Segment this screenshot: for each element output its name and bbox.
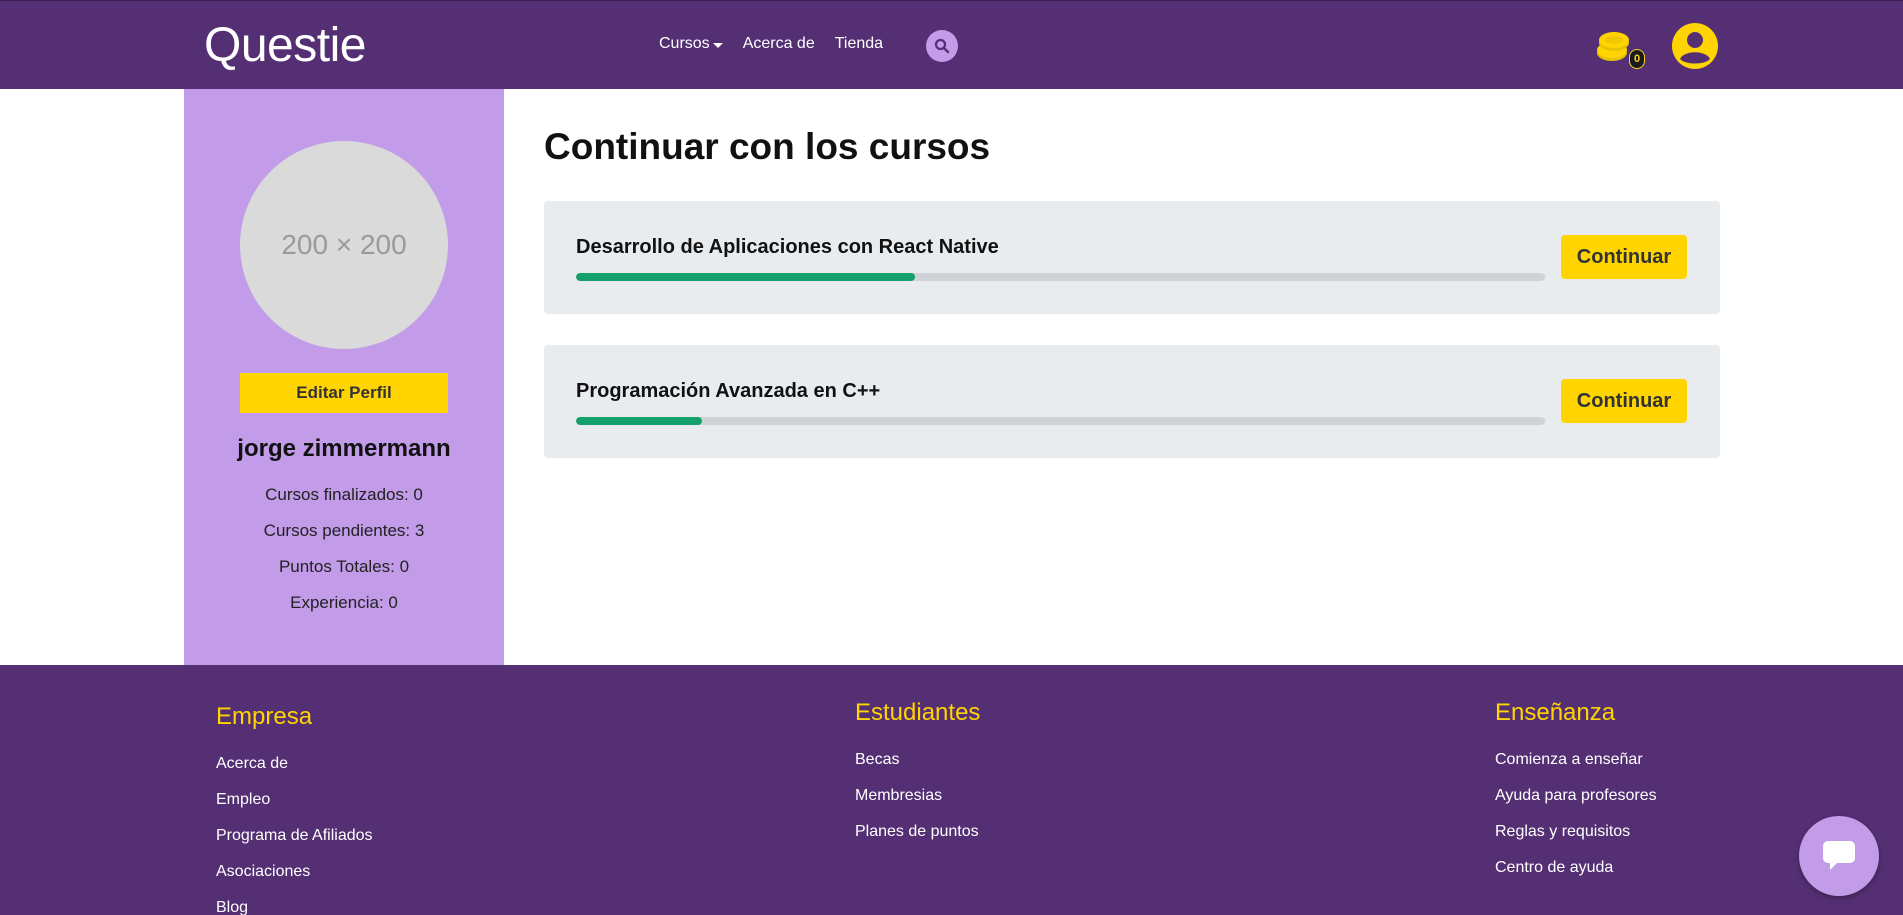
footer-link[interactable]: Membresias (855, 787, 942, 805)
course-card: Desarrollo de Aplicaciones con React Nat… (544, 201, 1720, 314)
chevron-down-icon (712, 42, 723, 48)
site-footer: Empresa Acerca de Empleo Programa de Afi… (0, 665, 1903, 915)
coins-button[interactable]: 0 (1592, 25, 1648, 75)
course-title: Programación Avanzada en C++ (576, 380, 881, 402)
footer-link[interactable]: Asociaciones (216, 863, 310, 881)
footer-link[interactable]: Centro de ayuda (1495, 859, 1613, 877)
footer-link[interactable]: Planes de puntos (855, 823, 979, 841)
footer-heading: Empresa (216, 703, 313, 730)
coins-count-badge: 0 (1629, 49, 1645, 69)
nav-item-tienda[interactable]: Tienda (835, 35, 883, 53)
footer-link[interactable]: Blog (216, 899, 248, 915)
search-button[interactable] (926, 30, 958, 62)
stat-completed-courses: Cursos finalizados: 0 (265, 485, 423, 504)
nav-item-cursos[interactable]: Cursos (659, 35, 723, 53)
search-icon (934, 38, 950, 54)
continue-button[interactable]: Continuar (1561, 235, 1687, 279)
continue-button[interactable]: Continuar (1561, 379, 1687, 423)
stat-experience: Experiencia: 0 (290, 593, 398, 612)
profile-sidebar: 200 × 200 Editar Perfil jorge zimmermann… (184, 89, 504, 665)
user-menu-button[interactable] (1671, 22, 1719, 70)
nav-item-acerca-de[interactable]: Acerca de (743, 35, 815, 53)
footer-link[interactable]: Programa de Afiliados (216, 827, 373, 845)
top-navbar: Questie Cursos Acerca de Tienda 0 (0, 0, 1903, 89)
footer-link[interactable]: Acerca de (216, 755, 288, 773)
course-progress-bar (576, 417, 1545, 425)
nav-item-label: Acerca de (742, 35, 815, 52)
footer-heading: Estudiantes (855, 699, 981, 726)
avatar: 200 × 200 (240, 141, 448, 349)
page-title: Continuar con los cursos (544, 126, 991, 167)
nav-item-label: Cursos (659, 35, 710, 52)
footer-column-ensenanza: Enseñanza Comienza a enseñar Ayuda para … (1495, 699, 1657, 876)
avatar-placeholder-text: 200 × 200 (281, 229, 407, 260)
footer-link[interactable]: Becas (855, 751, 899, 769)
footer-column-empresa: Empresa Acerca de Empleo Programa de Afi… (216, 703, 373, 915)
footer-link[interactable]: Comienza a enseñar (1495, 751, 1643, 769)
edit-profile-button[interactable]: Editar Perfil (240, 373, 448, 413)
main-nav: Cursos Acerca de Tienda (659, 35, 903, 53)
footer-link[interactable]: Empleo (216, 791, 270, 809)
user-circle-icon (1672, 23, 1718, 69)
stat-pending-courses: Cursos pendientes: 3 (263, 521, 425, 540)
nav-item-label: Tienda (834, 35, 884, 52)
chat-button[interactable] (1799, 816, 1879, 896)
footer-column-estudiantes: Estudiantes Becas Membresias Planes de p… (855, 699, 981, 840)
course-title: Desarrollo de Aplicaciones con React Nat… (576, 236, 999, 258)
site-logo[interactable]: Questie (204, 18, 366, 73)
course-progress-bar (576, 273, 1545, 281)
footer-heading: Enseñanza (1495, 699, 1616, 726)
footer-link[interactable]: Reglas y requisitos (1495, 823, 1630, 841)
stat-total-points: Puntos Totales: 0 (278, 557, 410, 576)
chat-bubble-icon (1823, 841, 1855, 870)
course-progress-fill (576, 417, 702, 425)
course-card: Programación Avanzada en C++ Continuar (544, 345, 1720, 458)
user-name: jorge zimmermann (237, 435, 451, 462)
course-progress-fill (576, 273, 916, 281)
footer-link[interactable]: Ayuda para profesores (1495, 787, 1657, 805)
